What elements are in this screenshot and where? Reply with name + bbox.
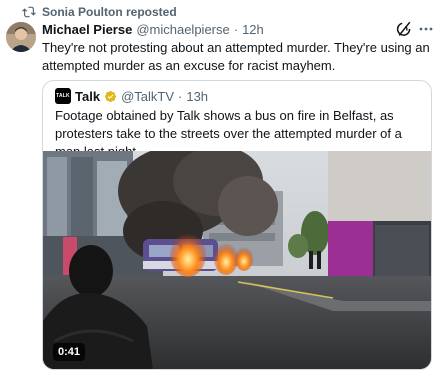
repost-icon [22,6,36,18]
quoted-tweet[interactable]: TALK Talk @TalkTV · 13h Footage obtained… [42,80,432,370]
timestamp[interactable]: 12h [242,22,264,37]
quote-author-handle[interactable]: @TalkTV [121,89,174,104]
repost-label: Sonia Poulton reposted [42,5,177,19]
video-duration: 0:41 [53,343,86,361]
quote-header: TALK Talk @TalkTV · 13h [55,87,208,105]
repost-indicator[interactable]: Sonia Poulton reposted [22,4,177,20]
more-icon[interactable] [418,21,434,37]
author-name[interactable]: Michael Pierse [42,22,132,37]
quote-author-name[interactable]: Talk [75,89,100,104]
verified-badge-icon [105,90,117,102]
grok-icon[interactable] [396,21,412,37]
author-handle[interactable]: @michaelpierse [136,22,229,37]
quote-timestamp[interactable]: 13h [186,89,208,104]
tweet-header: Michael Pierse @michaelpierse · 12h [42,20,400,38]
separator-dot: · [233,21,239,37]
tweet-text: They're not protesting about an attempte… [42,40,430,73]
separator-dot: · [178,88,183,104]
quote-avatar[interactable]: TALK [55,88,71,104]
video-player[interactable]: 0:41 [43,151,431,369]
avatar[interactable] [6,22,36,52]
video-thumbnail [43,151,431,369]
